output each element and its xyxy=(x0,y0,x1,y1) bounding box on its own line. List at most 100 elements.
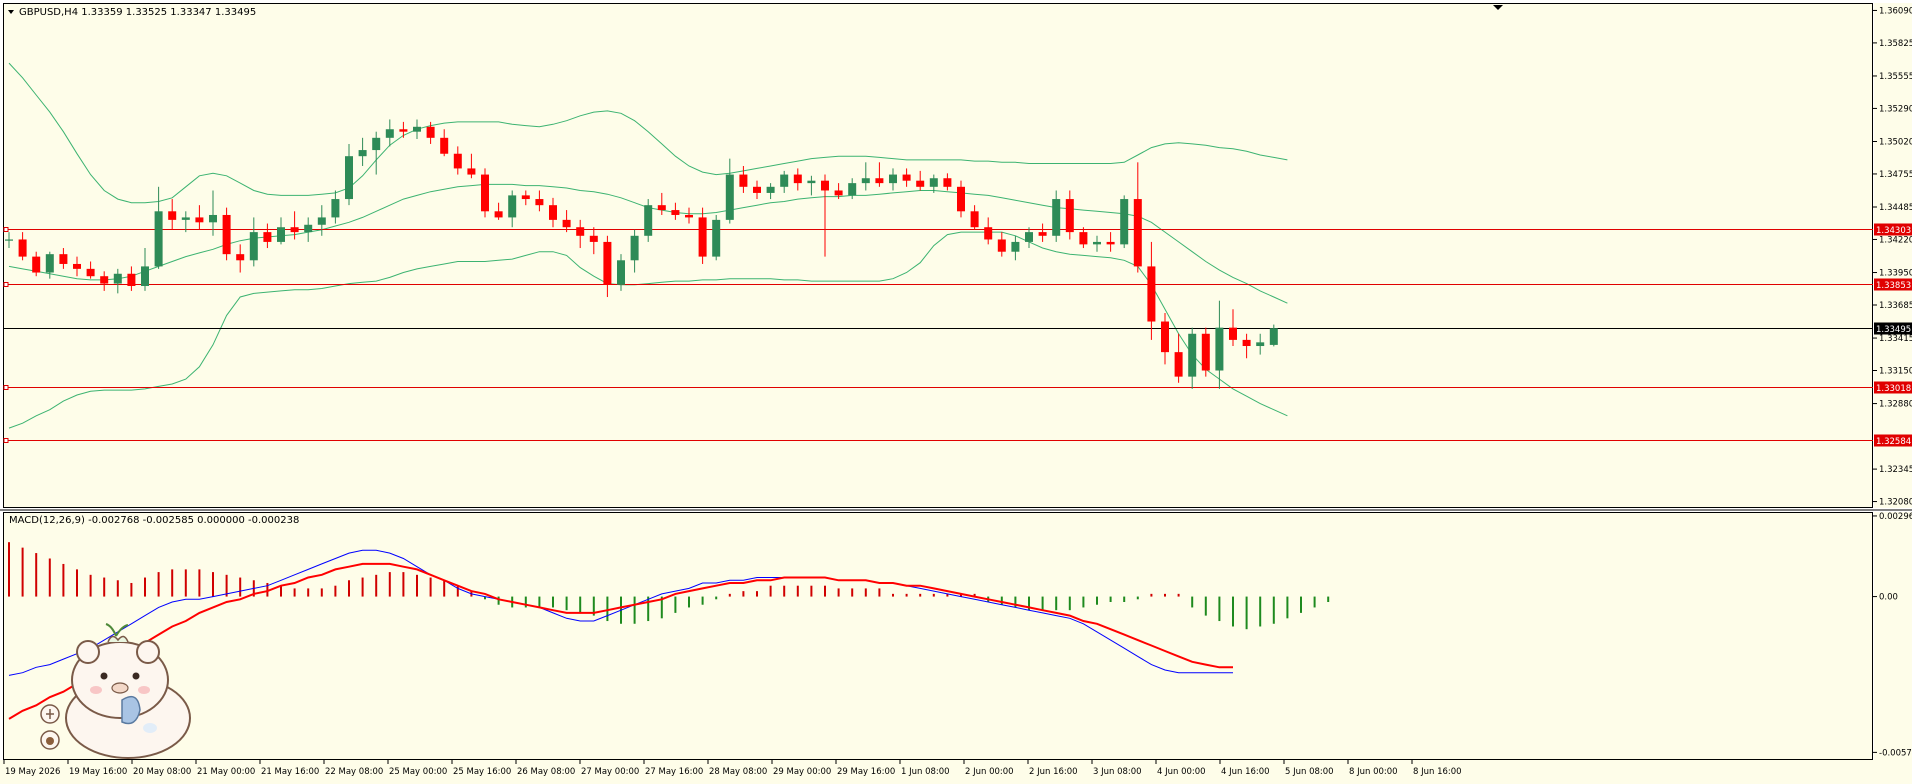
time-tick-label: 21 May 16:00 xyxy=(261,767,319,777)
time-tick-label: 22 May 08:00 xyxy=(325,767,383,777)
candle-body xyxy=(385,129,394,138)
level-anchor-2[interactable] xyxy=(3,385,9,390)
candle-body xyxy=(685,214,693,218)
candle-body xyxy=(916,180,925,187)
time-tick-label: 26 May 08:00 xyxy=(517,767,575,777)
candle-body xyxy=(440,137,449,154)
candle-body xyxy=(1201,333,1210,371)
price-tick-label: 1.34485 xyxy=(1879,203,1912,213)
candle-body xyxy=(1242,339,1251,347)
candle-body xyxy=(358,150,367,157)
time-tick-label: 2 Jun 00:00 xyxy=(965,767,1014,777)
candle-body xyxy=(929,178,938,187)
candle-body xyxy=(1093,241,1101,245)
candle-body xyxy=(698,217,707,257)
candle-body xyxy=(45,254,54,273)
chart-canvas[interactable]: 1.36090 1.35825 1.35555 1.35290 1.35020 1.347… xyxy=(0,0,1912,784)
candle-body xyxy=(1215,327,1224,371)
candle-body xyxy=(535,199,544,206)
price-tick-label: 1.32880 xyxy=(1879,400,1912,410)
candle-body xyxy=(277,227,285,242)
candle-body xyxy=(413,126,421,132)
candle-body xyxy=(984,227,993,240)
candle-body xyxy=(113,273,122,284)
candle-body xyxy=(317,217,326,225)
candle-body xyxy=(630,235,639,261)
price-tick-label: 1.32345 xyxy=(1879,465,1912,475)
candle-body xyxy=(290,227,299,233)
time-tick-label: 5 Jun 08:00 xyxy=(1285,767,1334,777)
price-tick-label: 1.35020 xyxy=(1879,137,1912,147)
time-tick-label: 27 May 16:00 xyxy=(645,767,703,777)
candle-body xyxy=(1269,328,1278,345)
price-tick-label: 1.33685 xyxy=(1879,301,1912,311)
price-tick-label: 1.32080 xyxy=(1879,498,1912,508)
candle-body xyxy=(1011,241,1020,252)
candle-body xyxy=(753,186,761,193)
candle-body xyxy=(127,273,136,287)
candle-body xyxy=(304,224,313,233)
macd-tick-label: 0.002965 xyxy=(1879,512,1912,522)
time-tick-label: 21 May 00:00 xyxy=(197,767,255,777)
candle-body xyxy=(889,174,897,184)
candle-body xyxy=(1025,232,1033,242)
level-label-2: 1.33018 xyxy=(1876,384,1911,394)
candle-body xyxy=(426,126,435,138)
macd-header: MACD(12,26,9) -0.002768 -0.002585 0.0000… xyxy=(9,515,299,526)
candle-body xyxy=(59,254,68,264)
candle-body xyxy=(1052,199,1061,236)
level-label-1: 1.33853 xyxy=(1876,281,1911,291)
candle-body xyxy=(1161,321,1169,353)
current-price-label: 1.33495 xyxy=(1876,325,1911,335)
time-tick-label: 29 May 00:00 xyxy=(773,767,831,777)
candle-body xyxy=(725,174,734,220)
price-tick-label: 1.33950 xyxy=(1879,269,1912,279)
candle xyxy=(1120,195,1129,249)
candle-body xyxy=(957,186,965,212)
level-label-0: 1.34303 xyxy=(1876,226,1911,236)
candle-body xyxy=(32,256,41,273)
time-tick-label: 2 Jun 16:00 xyxy=(1029,767,1078,777)
macd-scale-background xyxy=(1874,512,1912,760)
candle xyxy=(644,199,653,242)
level-anchor-1[interactable] xyxy=(3,282,9,287)
candle-body xyxy=(549,205,557,220)
candle-body xyxy=(902,174,911,181)
candle-body xyxy=(494,211,503,218)
candle-body xyxy=(399,129,408,132)
candle-body xyxy=(209,214,217,223)
main-panel-background xyxy=(3,3,1873,508)
candle-body xyxy=(1256,342,1265,347)
macd-panel-background xyxy=(3,512,1873,760)
candle-body xyxy=(1147,266,1156,322)
candle-body xyxy=(467,168,476,175)
candle-body xyxy=(5,239,13,241)
time-tick-label: 27 May 00:00 xyxy=(581,767,639,777)
candle-body xyxy=(657,205,666,211)
candle-body xyxy=(331,199,340,218)
candle-body xyxy=(562,219,571,228)
candle-body xyxy=(181,217,190,220)
candle-body xyxy=(18,239,27,257)
chart-window: 1.36090 1.35825 1.35555 1.35290 1.35020 1.347… xyxy=(0,0,1912,784)
time-tick-label: 29 May 16:00 xyxy=(837,767,895,777)
time-tick-label: 20 May 08:00 xyxy=(133,767,191,777)
price-tick-label: 1.35825 xyxy=(1879,39,1912,49)
symbol-ohlc-header: GBPUSD,H4 1.33359 1.33525 1.33347 1.3349… xyxy=(19,7,256,18)
candle-body xyxy=(766,186,775,193)
price-tick-label: 1.35290 xyxy=(1879,104,1912,114)
candle xyxy=(712,214,721,261)
level-anchor-0[interactable] xyxy=(3,227,9,232)
time-tick-label: 4 Jun 00:00 xyxy=(1157,767,1206,777)
candle-body xyxy=(807,180,816,184)
candle-body xyxy=(970,211,979,228)
candle-body xyxy=(1133,199,1142,267)
price-tick-label: 1.33415 xyxy=(1879,334,1912,344)
time-tick-label: 8 Jun 00:00 xyxy=(1349,767,1398,777)
candle xyxy=(1201,327,1210,377)
time-tick-label: 8 Jun 16:00 xyxy=(1413,767,1462,777)
candle-body xyxy=(875,178,884,184)
candle-body xyxy=(617,260,625,285)
level-anchor-3[interactable] xyxy=(3,438,9,443)
candle-body xyxy=(1120,199,1129,245)
